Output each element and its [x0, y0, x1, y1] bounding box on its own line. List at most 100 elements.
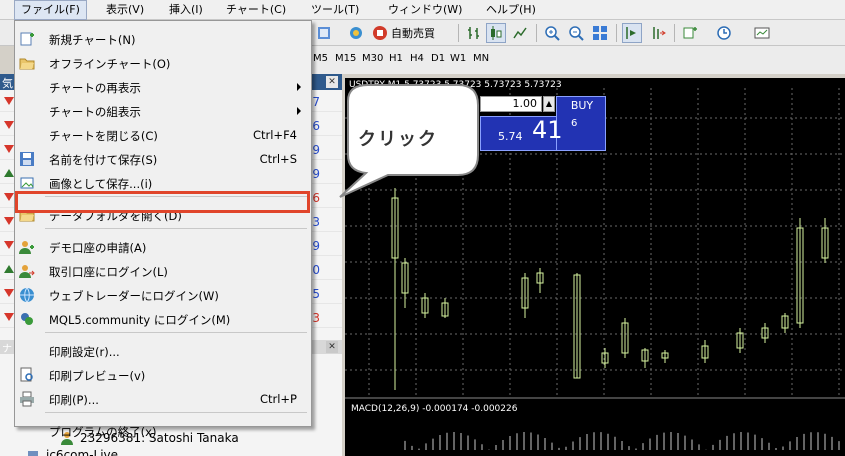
menu-item-label: 新規チャート(N): [49, 33, 136, 47]
periods-icon[interactable]: [714, 23, 734, 43]
menu-item-shortcut: Ctrl+S: [259, 152, 297, 166]
menu-separator: [45, 228, 307, 229]
menu-separator: [45, 196, 307, 197]
menu-item-chart-profiles[interactable]: チャートの組表示: [15, 99, 311, 123]
menu-item-label: チャートの組表示: [49, 105, 141, 119]
menu-item-login-trade-account[interactable]: 取引口座にログイン(L): [15, 259, 311, 283]
submenu-arrow-icon: [297, 83, 301, 91]
price-small: 5.74: [498, 130, 523, 143]
tree-item-server[interactable]: jc6com-Live: [26, 446, 118, 456]
arrow-down-icon: [4, 97, 14, 105]
menu-view[interactable]: 表示(V): [100, 0, 150, 20]
timeframe-m5[interactable]: M5: [313, 53, 328, 64]
print-icon: [20, 391, 34, 407]
menu-item-offline-chart[interactable]: オフラインチャート(O): [15, 51, 311, 75]
quote-digit: 5: [312, 287, 320, 301]
auto-scroll-icon[interactable]: [648, 23, 668, 43]
toolbar-separator: [616, 24, 617, 42]
arrow-down-icon: [4, 313, 14, 321]
strategy-tester-icon[interactable]: [346, 23, 366, 43]
timeframe-w1[interactable]: W1: [450, 53, 466, 64]
print-preview-icon: [20, 367, 33, 382]
menu-item-open-demo-account[interactable]: デモ口座の申請(A): [15, 235, 311, 259]
menu-item-label: 取引口座にログイン(L): [49, 265, 168, 279]
autotrade-icon: [373, 26, 387, 40]
menu-item-label: ウェブトレーダーにログイン(W): [49, 289, 219, 303]
market-watch-title: 気: [2, 77, 13, 90]
menu-item-reopen-chart[interactable]: チャートの再表示: [15, 75, 311, 99]
navigator-title: ナ: [2, 344, 12, 355]
menu-item-label: 印刷(P)...: [49, 393, 99, 407]
timeframe-mn[interactable]: MN: [473, 53, 489, 64]
menu-item-login-webtrader[interactable]: ウェブトレーダーにログイン(W): [15, 283, 311, 307]
timeframe-h1[interactable]: H1: [389, 53, 403, 64]
menu-help[interactable]: ヘルプ(H): [480, 0, 542, 20]
menu-item-new-chart[interactable]: 新規チャート(N): [15, 27, 311, 51]
menu-insert[interactable]: 挿入(I): [163, 0, 209, 20]
quote-digit: 3: [312, 311, 320, 325]
zoom-out-icon[interactable]: [566, 23, 586, 43]
quote-digit: 3: [312, 215, 320, 229]
toolbar-separator: [674, 24, 675, 42]
menu-item-label: プログラムの終了(x): [49, 425, 157, 439]
lot-size-input[interactable]: 1.00: [480, 96, 542, 112]
bar-chart-icon[interactable]: [464, 23, 484, 43]
webtrader-icon: [20, 287, 34, 303]
timeframe-d1[interactable]: D1: [431, 53, 445, 64]
folder-open-icon: [19, 58, 35, 70]
timeframe-m15[interactable]: M15: [335, 53, 356, 64]
menu-item-save-as-image[interactable]: 画像として保存...(i): [15, 171, 311, 195]
menu-item-print-setup[interactable]: 印刷設定(r)...: [15, 339, 311, 363]
menu-separator: [45, 332, 307, 333]
menu-item-label: 印刷設定(r)...: [49, 345, 120, 359]
menu-separator: [45, 412, 307, 413]
terminal-icon[interactable]: [314, 23, 334, 43]
arrow-down-icon: [4, 217, 14, 225]
menu-item-label: MQL5.community にログイン(M): [49, 313, 231, 327]
arrow-down-icon: [4, 241, 14, 249]
menu-item-exit[interactable]: プログラムの終了(x): [15, 419, 311, 443]
menu-item-save-as[interactable]: 名前を付けて保存(S) Ctrl+S: [15, 147, 311, 171]
mql5-icon: [21, 313, 33, 325]
menu-item-login-mql5[interactable]: MQL5.community にログイン(M): [15, 307, 311, 331]
menu-item-shortcut: Ctrl+F4: [252, 128, 297, 142]
timeframe-bar: M5 M15 M30 H1 H4 D1 W1 MN: [312, 46, 845, 74]
buy-button[interactable]: BUY: [556, 96, 606, 151]
timeframe-h4[interactable]: H4: [410, 53, 424, 64]
arrow-up-icon: [4, 265, 14, 273]
autotrade-button[interactable]: 自動売買: [372, 23, 435, 43]
tile-windows-icon[interactable]: [590, 23, 610, 43]
candlestick-icon[interactable]: [486, 23, 506, 43]
menu-file[interactable]: ファイル(F): [14, 0, 87, 20]
menu-window[interactable]: ウィンドウ(W): [382, 0, 468, 20]
menu-item-close-chart[interactable]: チャートを閉じる(C) Ctrl+F4: [15, 123, 311, 147]
spin-up-icon[interactable]: ▲: [543, 96, 555, 112]
save-image-icon: [20, 177, 34, 189]
close-icon[interactable]: ✕: [326, 341, 338, 353]
menu-chart[interactable]: チャート(C): [220, 0, 292, 20]
menu-item-label: データフォルダを開く(D): [49, 209, 182, 223]
indicators-icon[interactable]: [680, 23, 700, 43]
menu-tools[interactable]: ツール(T): [305, 0, 365, 20]
arrow-up-icon: [4, 169, 14, 177]
server-label: jc6com-Live: [46, 448, 119, 456]
line-chart-icon[interactable]: [510, 23, 530, 43]
menu-item-print-preview[interactable]: 印刷プレビュー(v): [15, 363, 311, 387]
menu-item-open-data-folder[interactable]: データフォルダを開く(D): [15, 203, 311, 227]
timeframe-m30[interactable]: M30: [362, 53, 383, 64]
login-icon: [19, 265, 35, 278]
menu-bar: ファイル(F) 表示(V) 挿入(I) チャート(C) ツール(T) ウィンドウ…: [0, 0, 845, 20]
arrow-down-icon: [4, 121, 14, 129]
menu-item-print[interactable]: 印刷(P)... Ctrl+P: [15, 387, 311, 411]
file-menu-dropdown: 新規チャート(N) オフラインチャート(O) チャートの再表示チャートの組表示チャー…: [14, 20, 312, 439]
menu-item-label: デモ口座の申請(A): [49, 241, 147, 255]
zoom-in-icon[interactable]: [542, 23, 562, 43]
submenu-arrow-icon: [297, 107, 301, 115]
toolbar-separator: [536, 24, 537, 42]
menu-item-label: オフラインチャート(O): [49, 57, 171, 71]
chart-shift-icon[interactable]: [622, 23, 642, 43]
quote-digit: 0: [312, 263, 320, 277]
templates-icon[interactable]: [752, 23, 772, 43]
server-icon: [28, 451, 38, 456]
arrow-down-icon: [4, 145, 14, 153]
